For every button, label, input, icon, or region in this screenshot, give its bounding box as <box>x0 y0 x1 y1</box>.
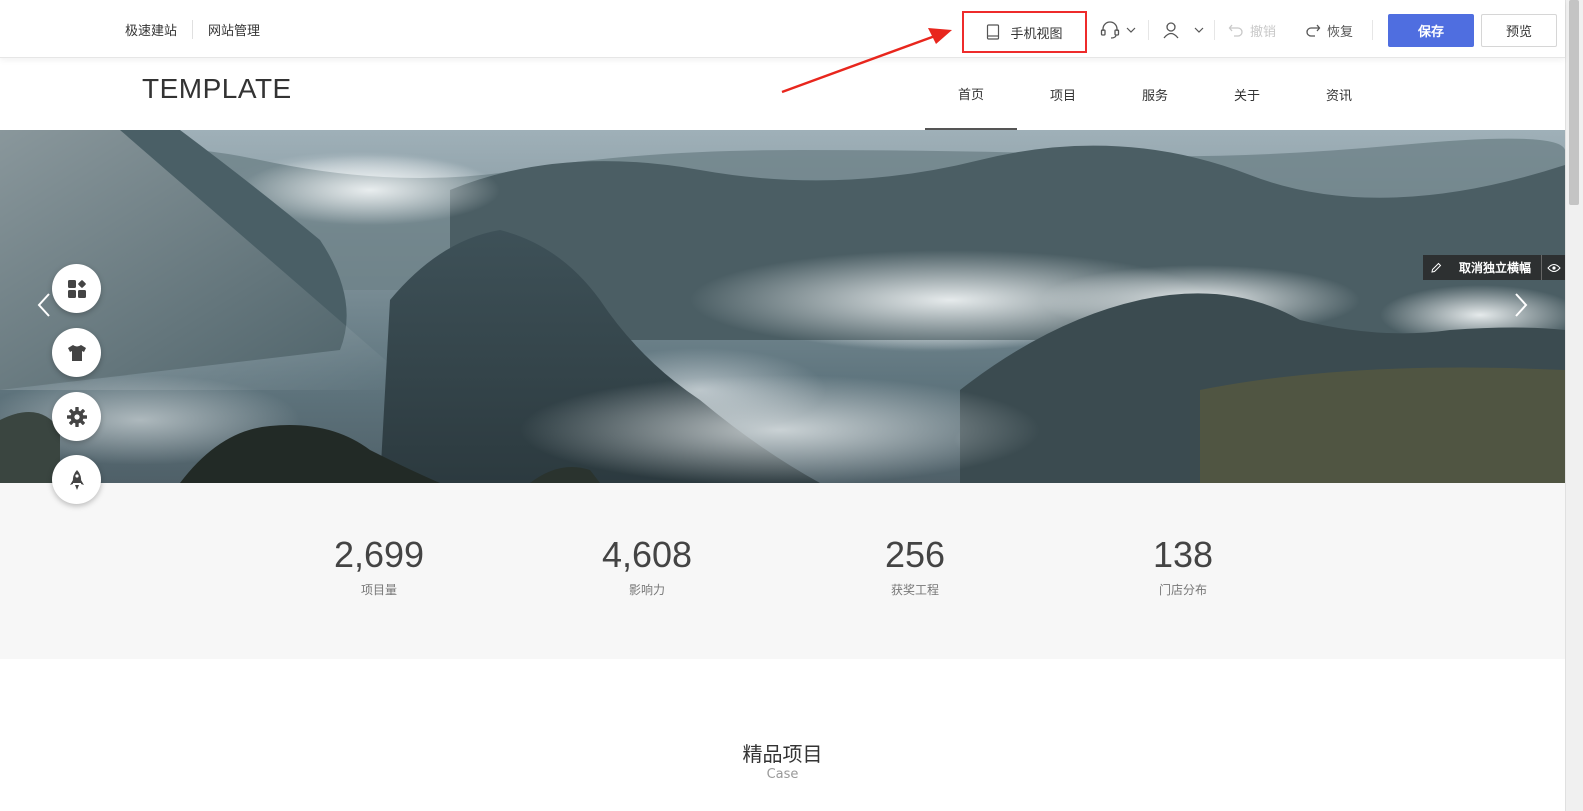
mobile-view-label: 手机视图 <box>1010 26 1063 42</box>
stat-value: 4,608 <box>601 534 693 575</box>
gear-icon <box>66 406 87 427</box>
site-nav: 首页 项目 服务 关于 资讯 <box>925 58 1385 130</box>
redo-label: 恢复 <box>1327 24 1354 40</box>
stat-value: 138 <box>1152 534 1214 575</box>
cancel-independent-banner-label: 取消独立横幅 <box>1458 261 1531 275</box>
modules-icon <box>67 279 86 298</box>
stat-awards: 256 获奖工程 <box>815 535 1015 598</box>
scrollbar-thumb[interactable] <box>1569 0 1579 205</box>
preview-button[interactable]: 预览 <box>1481 14 1557 47</box>
undo-icon <box>1228 24 1243 37</box>
eye-icon[interactable] <box>1541 255 1565 280</box>
user-menu[interactable] <box>1162 20 1204 40</box>
hero-banner[interactable]: 取消独立横幅 <box>0 130 1565 483</box>
undo-label: 撤销 <box>1250 24 1277 40</box>
publish-button[interactable] <box>52 455 101 504</box>
stat-stores: 138 门店分布 <box>1083 535 1283 598</box>
theme-button[interactable] <box>52 328 101 377</box>
nav-item-services[interactable]: 服务 <box>1109 58 1201 130</box>
toolbar-divider <box>1214 20 1215 40</box>
page-scrollbar[interactable] <box>1565 0 1583 811</box>
tablet-icon <box>987 24 1000 40</box>
headset-icon <box>1100 21 1120 39</box>
chevron-down-icon <box>1194 27 1204 33</box>
nav-item-news[interactable]: 资讯 <box>1293 58 1385 130</box>
customer-service-menu[interactable] <box>1100 20 1136 40</box>
save-button[interactable]: 保存 <box>1388 14 1474 47</box>
rocket-icon <box>69 469 84 490</box>
banner-edit-tag[interactable]: 取消独立横幅 <box>1422 255 1565 280</box>
undo-button[interactable]: 撤销 <box>1228 20 1276 40</box>
nav-item-projects[interactable]: 项目 <box>1017 58 1109 130</box>
stat-label: 获奖工程 <box>890 583 939 597</box>
chevron-right-icon <box>1515 293 1528 317</box>
stat-label: 门店分布 <box>1158 583 1207 597</box>
editor-toolbar: 极速建站 网站管理 手机视图 撤销 恢复 保存 预览 <box>0 0 1565 58</box>
stat-influence: 4,608 影响力 <box>547 535 747 598</box>
stat-label: 项目量 <box>360 583 397 597</box>
site-header: TEMPLATE 首页 项目 服务 关于 资讯 <box>0 58 1565 130</box>
toolbar-divider <box>1372 20 1373 40</box>
user-icon <box>1163 22 1179 39</box>
settings-button[interactable] <box>52 392 101 441</box>
redo-button[interactable]: 恢复 <box>1305 20 1353 40</box>
banner-next-arrow[interactable] <box>1501 285 1541 325</box>
toolbar-left-links: 极速建站 网站管理 <box>125 0 275 58</box>
add-module-button[interactable] <box>52 264 101 313</box>
chevron-left-icon <box>37 293 50 317</box>
site-manage-link[interactable]: 网站管理 <box>193 20 275 39</box>
quick-build-link[interactable]: 极速建站 <box>125 19 194 39</box>
pencil-icon <box>1423 262 1449 274</box>
section-subtitle: Case <box>766 767 799 782</box>
mountain-landscape-image <box>0 130 1565 483</box>
redo-icon <box>1306 24 1321 37</box>
stat-projects: 2,699 项目量 <box>279 535 479 598</box>
shirt-icon <box>67 344 86 361</box>
mobile-view-button[interactable]: 手机视图 <box>962 11 1087 53</box>
section-title: 精品项目 <box>742 742 823 766</box>
stat-label: 影响力 <box>628 583 665 597</box>
chevron-down-icon <box>1126 27 1136 33</box>
stat-value: 2,699 <box>333 534 425 575</box>
toolbar-divider <box>1148 20 1149 40</box>
stats-section: 2,699 项目量 4,608 影响力 256 获奖工程 138 门店分布 <box>0 483 1565 659</box>
nav-item-about[interactable]: 关于 <box>1201 58 1293 130</box>
nav-item-home[interactable]: 首页 <box>925 58 1017 130</box>
stat-value: 256 <box>884 534 946 575</box>
site-logo[interactable]: TEMPLATE <box>142 73 292 105</box>
